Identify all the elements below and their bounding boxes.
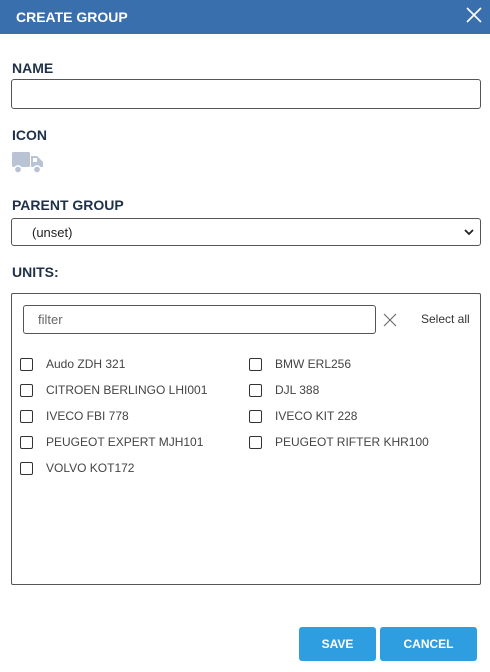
unit-label: PEUGEOT RIFTER KHR100	[275, 435, 429, 449]
unit-label: BMW ERL256	[275, 357, 352, 371]
filter-input[interactable]	[23, 305, 376, 334]
clear-filter-icon[interactable]	[383, 313, 397, 327]
parent-group-select[interactable]: (unset)	[11, 218, 481, 246]
unit-checkbox[interactable]	[20, 409, 33, 423]
unit-label: CITROEN BERLINGO LHI001	[46, 383, 208, 397]
unit-item[interactable]: BMW ERL256	[249, 357, 351, 371]
dialog-header: CREATE GROUP	[0, 0, 490, 34]
cancel-button[interactable]: CANCEL	[380, 627, 477, 661]
unit-checkbox[interactable]	[20, 461, 33, 475]
units-label: UNITS:	[12, 264, 59, 280]
dialog-title: CREATE GROUP	[16, 9, 128, 25]
unit-checkbox[interactable]	[249, 357, 262, 371]
unit-item[interactable]: PEUGEOT RIFTER KHR100	[249, 435, 429, 449]
unit-label: IVECO KIT 228	[275, 409, 358, 423]
unit-label: PEUGEOT EXPERT MJH101	[46, 435, 204, 449]
parent-group-label: PARENT GROUP	[12, 197, 124, 213]
unit-item[interactable]: IVECO KIT 228	[249, 409, 357, 423]
unit-checkbox[interactable]	[249, 383, 262, 397]
icon-label: ICON	[12, 127, 47, 143]
name-input[interactable]	[11, 79, 481, 109]
unit-label: VOLVO KOT172	[46, 461, 135, 475]
unit-item[interactable]: DJL 388	[249, 383, 319, 397]
unit-checkbox[interactable]	[20, 357, 33, 371]
unit-checkbox[interactable]	[249, 409, 262, 423]
unit-checkbox[interactable]	[249, 435, 262, 449]
unit-label: Audo ZDH 321	[46, 357, 126, 371]
truck-icon[interactable]	[12, 150, 44, 176]
chevron-down-icon	[464, 229, 474, 236]
unit-checkbox[interactable]	[20, 383, 33, 397]
unit-label: DJL 388	[275, 383, 320, 397]
unit-item[interactable]: PEUGEOT EXPERT MJH101	[20, 435, 203, 449]
unit-item[interactable]: VOLVO KOT172	[20, 461, 134, 475]
unit-item[interactable]: IVECO FBI 778	[20, 409, 129, 423]
unit-label: IVECO FBI 778	[46, 409, 129, 423]
parent-group-value: (unset)	[32, 224, 73, 240]
close-icon[interactable]	[464, 5, 484, 25]
name-label: NAME	[12, 60, 54, 76]
select-all-link[interactable]: Select all	[421, 312, 470, 326]
save-button[interactable]: SAVE	[299, 627, 376, 661]
units-panel: Select all Audo ZDH 321 BMW ERL256 CITRO…	[11, 293, 481, 585]
unit-checkbox[interactable]	[20, 435, 33, 449]
unit-item[interactable]: Audo ZDH 321	[20, 357, 125, 371]
unit-item[interactable]: CITROEN BERLINGO LHI001	[20, 383, 207, 397]
